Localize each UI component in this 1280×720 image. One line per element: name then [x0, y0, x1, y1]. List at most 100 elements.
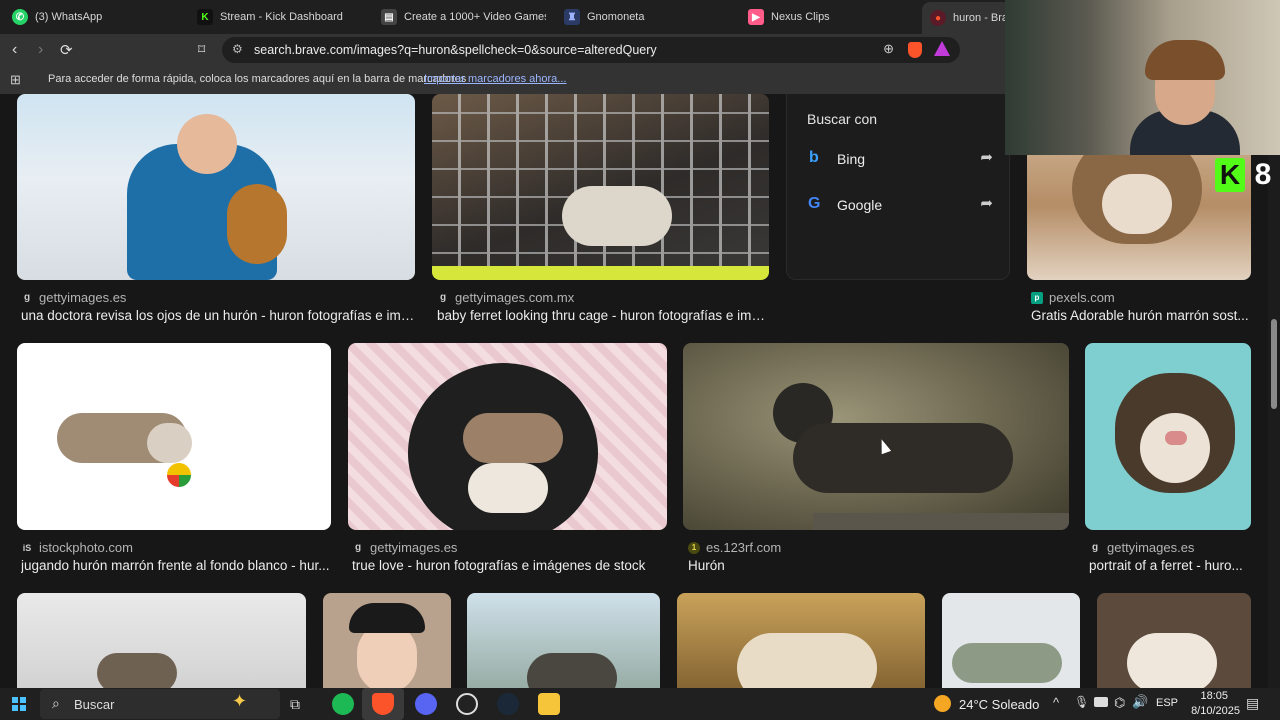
brave-icon[interactable]: [372, 693, 394, 715]
forward-icon[interactable]: ›: [38, 41, 43, 59]
tab-document[interactable]: ▤ Create a 1000+ Video Games Tr: [381, 4, 546, 30]
result-image-row3-6[interactable]: [1097, 593, 1251, 688]
gettyimages-icon: g: [23, 292, 31, 303]
gettyimages-icon: g: [1091, 542, 1099, 553]
tab-kick[interactable]: K Stream - Kick Dashboard: [197, 4, 362, 30]
file-explorer-icon[interactable]: [538, 693, 560, 715]
share-arrow-icon: ➦: [980, 149, 993, 166]
istock-icon: iS: [22, 542, 32, 553]
result-caption[interactable]: Gratis Adorable hurón marrón sost...: [1031, 308, 1251, 323]
spotify-icon[interactable]: [332, 693, 354, 715]
kick-icon: K: [197, 9, 213, 25]
bookmarks-message: Para acceder de forma rápida, coloca los…: [48, 73, 467, 85]
bookmark-icon[interactable]: ⌑: [198, 41, 205, 58]
weather-sun-icon: [934, 695, 951, 712]
apps-grid-icon[interactable]: ⊞: [10, 72, 21, 88]
brave-rewards-icon[interactable]: [934, 41, 950, 56]
result-source[interactable]: g gettyimages.com.mx: [437, 290, 574, 305]
result-caption[interactable]: portrait of a ferret - huro...: [1089, 558, 1251, 573]
result-image-portrait[interactable]: [1085, 343, 1251, 530]
reload-icon[interactable]: ⟳: [60, 41, 73, 59]
search-with-panel: Buscar con b Bing ➦ G Google ➦: [786, 94, 1010, 280]
nexus-icon: ▶: [748, 9, 764, 25]
tab-label: (3) WhatsApp: [35, 11, 103, 23]
task-view-icon[interactable]: ⧉: [290, 696, 312, 718]
import-bookmarks-link[interactable]: Importar marcadores ahora...: [424, 73, 566, 85]
brave-icon: ●: [930, 10, 946, 26]
weather-text[interactable]: 24°C Soleado: [959, 697, 1039, 712]
brave-shields-icon[interactable]: [908, 42, 922, 58]
tab-whatsapp[interactable]: ✆ (3) WhatsApp: [12, 4, 182, 30]
tab-gnomoneta[interactable]: ♜ Gnomoneta: [564, 4, 729, 30]
result-image-123rf[interactable]: [683, 343, 1069, 530]
clock-time[interactable]: 18:05: [1192, 690, 1228, 702]
pexels-icon: p: [1031, 291, 1043, 304]
image-results: g gettyimages.es una doctora revisa los …: [0, 94, 1268, 688]
url-text: search.brave.com/images?q=huron&spellche…: [254, 43, 657, 57]
document-icon: ▤: [381, 9, 397, 25]
result-source[interactable]: p pexels.com: [1031, 290, 1115, 305]
language-indicator[interactable]: ESP: [1156, 697, 1178, 709]
back-icon[interactable]: ‹: [12, 41, 17, 59]
kick-logo-icon: K: [1215, 158, 1245, 192]
result-image-istock[interactable]: [17, 343, 331, 530]
result-image-cage[interactable]: [432, 94, 769, 280]
kick-counter: 8: [1254, 158, 1272, 191]
result-caption[interactable]: Hurón: [688, 558, 1068, 573]
scrollbar-thumb[interactable]: [1271, 319, 1277, 409]
microphone-icon[interactable]: 🎙: [1074, 695, 1089, 709]
search-engine-google[interactable]: G Google ➦: [807, 194, 993, 216]
result-caption[interactable]: true love - huron fotografías e imágenes…: [352, 558, 667, 573]
result-source[interactable]: g gettyimages.es: [352, 540, 458, 555]
search-icon: ⌕: [52, 695, 60, 711]
windows-start-icon[interactable]: [12, 697, 26, 711]
result-image-row3-1[interactable]: [17, 593, 306, 688]
gnome-icon: ♜: [564, 9, 580, 25]
result-image-pipe[interactable]: [348, 343, 667, 530]
volume-icon[interactable]: 🔊: [1132, 694, 1148, 710]
result-image-row3-5[interactable]: [942, 593, 1080, 688]
result-image-doctor[interactable]: [17, 94, 415, 280]
tab-label: Create a 1000+ Video Games Tr: [404, 11, 546, 23]
discord-icon[interactable]: [415, 693, 437, 715]
address-bar[interactable]: ⚙ search.brave.com/images?q=huron&spellc…: [222, 37, 960, 63]
result-caption[interactable]: una doctora revisa los ojos de un hurón …: [21, 308, 415, 323]
result-source[interactable]: iS istockphoto.com: [21, 540, 133, 555]
webcam-overlay: [1005, 0, 1280, 155]
google-icon: G: [808, 195, 821, 212]
gettyimages-icon: g: [354, 542, 362, 553]
tab-label: huron - Brav: [953, 12, 1012, 24]
network-icon[interactable]: ⌬: [1114, 695, 1125, 711]
notifications-icon[interactable]: ▤: [1246, 695, 1259, 712]
result-image-row3-4[interactable]: [677, 593, 925, 688]
sparkle-icon: ✦: [232, 691, 248, 711]
obs-icon[interactable]: [456, 693, 478, 715]
tab-label: Gnomoneta: [587, 11, 645, 23]
bing-icon: b: [809, 149, 819, 166]
steam-icon[interactable]: [497, 693, 519, 715]
tab-huron[interactable]: ● huron - Brav: [922, 2, 1012, 34]
search-with-title: Buscar con: [807, 111, 878, 127]
result-source[interactable]: 1 es.123rf.com: [688, 540, 781, 555]
123rf-icon: 1: [688, 541, 700, 554]
result-caption[interactable]: baby ferret looking thru cage - huron fo…: [437, 308, 769, 323]
battery-icon[interactable]: [1094, 697, 1108, 707]
gettyimages-icon: g: [439, 292, 447, 303]
result-caption[interactable]: jugando hurón marrón frente al fondo bla…: [21, 558, 331, 573]
search-engine-bing[interactable]: b Bing ➦: [807, 148, 993, 170]
tray-expand-icon[interactable]: ^: [1053, 695, 1059, 710]
windows-taskbar: ⌕ Buscar ✦ ⧉ 24°C Soleado ^ 🎙 ⌬ 🔊 ESP 18…: [0, 688, 1280, 720]
taskbar-search[interactable]: ⌕ Buscar ✦: [40, 689, 280, 719]
site-info-icon[interactable]: ⚙: [232, 42, 243, 56]
tab-label: Stream - Kick Dashboard: [220, 11, 343, 23]
tab-label: Nexus Clips: [771, 11, 830, 23]
zoom-icon[interactable]: ⊕: [883, 41, 894, 57]
share-arrow-icon: ➦: [980, 195, 993, 212]
result-image-row3-3[interactable]: [467, 593, 660, 688]
clock-date[interactable]: 8/10/2025: [1182, 705, 1240, 717]
result-source[interactable]: g gettyimages.es: [1089, 540, 1195, 555]
result-source[interactable]: g gettyimages.es: [21, 290, 127, 305]
result-image-row3-2[interactable]: [323, 593, 451, 688]
tab-nexus-clips[interactable]: ▶ Nexus Clips: [748, 4, 908, 30]
whatsapp-icon: ✆: [12, 9, 28, 25]
